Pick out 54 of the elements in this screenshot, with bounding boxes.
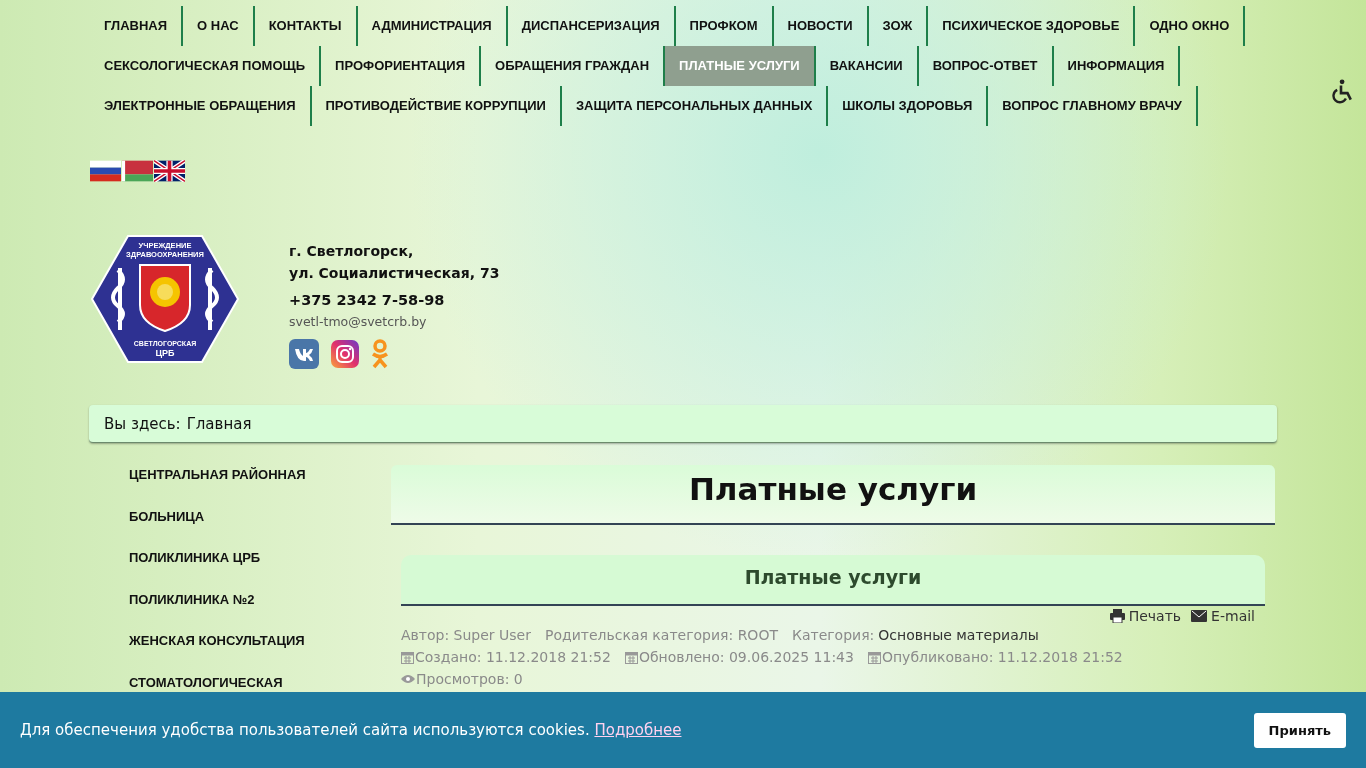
sidebar-link[interactable]: СТОМАТОЛОГИЧЕСКАЯ	[129, 672, 391, 693]
nav-link[interactable]: ПСИХИЧЕСКОЕ ЗДОРОВЬЕ	[928, 6, 1136, 46]
date-text: Опубликовано: 11.12.2018 21:52	[881, 648, 1123, 667]
nav-link[interactable]: ОДНО ОКНО	[1135, 6, 1246, 46]
nav-link[interactable]: ИНФОРМАЦИЯ	[1053, 46, 1181, 86]
instagram-icon[interactable]	[331, 340, 359, 368]
more-link[interactable]: Подробнее	[594, 721, 682, 739]
calendar-icon	[867, 650, 881, 664]
nav-link[interactable]: ВОПРОС-ОТВЕТ	[918, 46, 1054, 86]
page-title: Платные услуги	[391, 465, 1275, 525]
accept-button[interactable]: Принять	[1253, 712, 1346, 748]
email-link[interactable]: E-mail	[1191, 608, 1255, 624]
nav-link[interactable]: СЕКСОЛОГИЧЕСКАЯ ПОМОЩЬ	[90, 46, 322, 86]
email-link[interactable]: svetl-tmo@svetcrb.by	[289, 314, 500, 329]
print-link[interactable]: Печать	[1109, 608, 1182, 624]
eye-icon	[401, 674, 415, 684]
article-title: Платные услуги	[401, 555, 1265, 606]
address-text: г. Светлогорск,	[289, 242, 415, 261]
sidebar-link[interactable]: БОЛЬНИЦА	[129, 506, 391, 527]
category-link[interactable]: Основные материалы	[878, 624, 1039, 646]
parent-category-text: Родительская категория: ROOT	[545, 626, 778, 645]
nav-link[interactable]: ГЛАВНАЯ	[90, 6, 184, 46]
phone-number: +375 2342 7-58-98	[289, 292, 446, 308]
nav-link[interactable]: ЭЛЕКТРОННЫЕ ОБРАЩЕНИЯ	[90, 86, 312, 126]
sidebar-link[interactable]: ЦЕНТРАЛЬНАЯ РАЙОННАЯ	[129, 465, 391, 485]
date-text: Создано: 11.12.2018 21:52	[415, 648, 611, 667]
date-text: Обновлено: 09.06.2025 11:43	[638, 648, 854, 667]
sidebar-link[interactable]: ПОЛИКЛИНИКА ЦРБ	[129, 548, 391, 568]
nav-link[interactable]: ПРОТИВОДЕЙСТВИЕ КОРРУПЦИИ	[311, 86, 562, 126]
nav-link[interactable]: ЗАЩИТА ПЕРСОНАЛЬНЫХ ДАННЫХ	[561, 86, 829, 126]
category-label: Категория:	[791, 626, 875, 645]
nav-link[interactable]: АДМИНИСТРАЦИЯ	[357, 6, 508, 46]
nav-link[interactable]: ПРОФОРИЕНТАЦИЯ	[321, 46, 482, 86]
calendar-icon	[624, 650, 638, 664]
nav-link[interactable]: О НАС	[183, 6, 255, 46]
flag-icon[interactable]	[154, 160, 185, 182]
cookie-notice: Для обеспечения удобства пользователей сайта используются cookies. Подробнее	[20, 721, 682, 739]
vk-icon[interactable]	[289, 339, 319, 369]
nav-link[interactable]: ВОПРОС ГЛАВНОМУ ВРАЧУ	[988, 86, 1198, 126]
flag-icon[interactable]	[90, 160, 121, 182]
breadcrumb-label: Вы здесь:	[104, 414, 181, 433]
author-text: Автор: Super User	[401, 626, 531, 645]
nav-link[interactable]: ЗОЖ	[868, 6, 929, 46]
hits-text: Просмотров: 0	[416, 670, 523, 689]
sidebar-link[interactable]: ПОЛИКЛИНИКА №2	[129, 589, 391, 610]
sidebar-link[interactable]: ЖЕНСКАЯ КОНСУЛЬТАЦИЯ	[129, 631, 391, 651]
printer-icon	[1109, 609, 1125, 623]
nav-link[interactable]: ВАКАНСИИ	[815, 46, 919, 86]
envelope-icon	[1191, 610, 1208, 622]
nav-link[interactable]: КОНТАКТЫ	[254, 6, 358, 46]
address-text: ул. Социалистическая, 73	[289, 264, 500, 283]
breadcrumb-current: Главная	[186, 414, 252, 433]
calendar-icon	[401, 650, 414, 664]
nav-link[interactable]: ШКОЛЫ ЗДОРОВЬЯ	[828, 86, 989, 126]
